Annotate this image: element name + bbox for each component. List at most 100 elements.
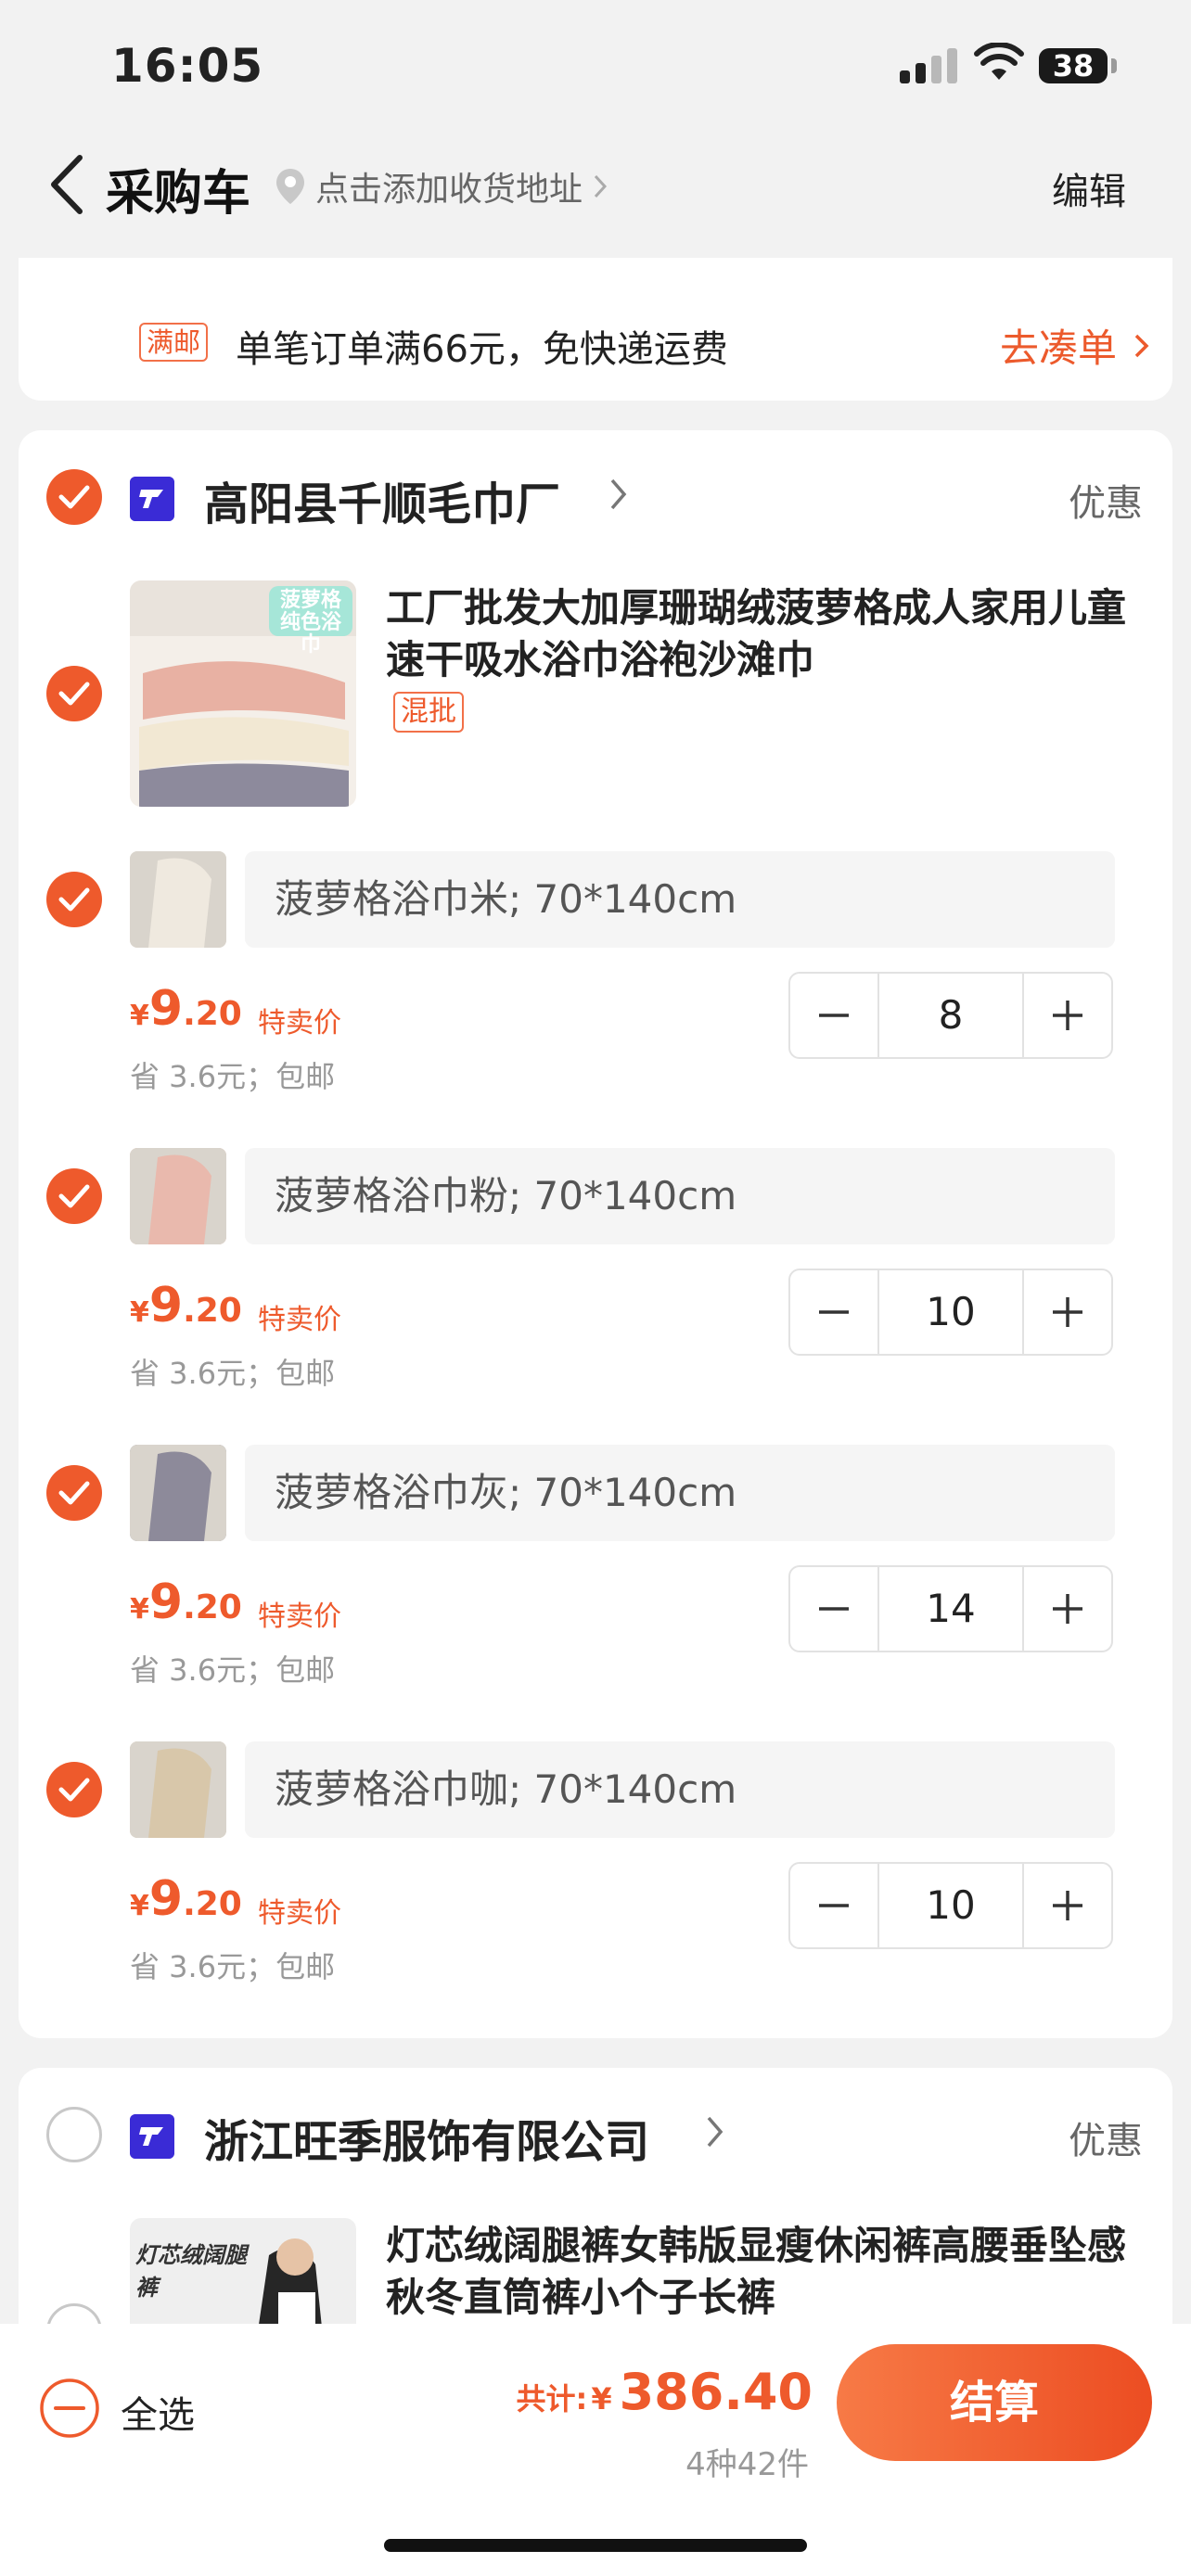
minus-icon <box>819 1607 849 1611</box>
increase-button[interactable] <box>1024 974 1111 1057</box>
promo-link[interactable]: 优惠 <box>1069 2111 1143 2164</box>
page-title: 采购车 <box>106 166 251 222</box>
nav-bar: 采购车 点击添加收货地址 编辑 <box>0 130 1191 241</box>
quantity-value[interactable]: 14 <box>877 1567 1024 1651</box>
decrease-button[interactable] <box>790 1567 877 1651</box>
quantity-value[interactable]: 10 <box>877 1864 1024 1947</box>
check-icon <box>58 485 90 509</box>
special-price-tag: 特卖价 <box>258 1007 341 1039</box>
select-all-label[interactable]: 全选 <box>121 2385 195 2439</box>
sku-checkbox[interactable] <box>46 1168 102 1224</box>
store-name[interactable]: 浙江旺季服饰有限公司 <box>204 2105 649 2170</box>
sku-thumbnail[interactable] <box>130 1741 226 1838</box>
savings-text: 省 3.6元；包邮 <box>130 1356 336 1391</box>
mix-batch-tag: 混批 <box>393 692 464 733</box>
sku-price: ¥9.20 <box>130 1278 242 1333</box>
sku-checkbox[interactable] <box>46 1465 102 1521</box>
check-icon <box>58 682 90 706</box>
chevron-right-icon <box>610 478 627 510</box>
increase-button[interactable] <box>1024 1567 1111 1651</box>
check-icon <box>58 887 90 912</box>
sku-spec[interactable]: 菠萝格浴巾灰; 70*140cm <box>245 1445 1115 1541</box>
special-price-tag: 特卖价 <box>258 1897 341 1930</box>
shipping-banner: 满邮 单笔订单满66元，免快递运费 去凑单 <box>19 258 1172 401</box>
price-currency: ¥ <box>130 1593 149 1626</box>
sku-price: ¥9.20 <box>130 981 242 1037</box>
sku-price: ¥9.20 <box>130 1575 242 1630</box>
plus-icon <box>1053 1297 1082 1327</box>
price-currency: ¥ <box>130 1000 149 1032</box>
address-selector[interactable]: 点击添加收货地址 <box>275 163 608 210</box>
price-decimal: .20 <box>183 1885 242 1923</box>
free-shipping-badge: 满邮 <box>139 323 209 362</box>
product-image-caption: 菠萝格纯色浴巾 <box>279 589 341 657</box>
plus-icon <box>1053 1594 1082 1624</box>
checkout-button[interactable]: 结算 <box>837 2344 1152 2461</box>
price-decimal: .20 <box>183 995 242 1033</box>
total-label: 共计: <box>516 2381 588 2417</box>
store-checkbox[interactable] <box>46 2107 102 2162</box>
quantity-stepper: 10 <box>788 1269 1113 1356</box>
quantity-stepper: 8 <box>788 972 1113 1059</box>
increase-button[interactable] <box>1024 1270 1111 1354</box>
add-more-label: 去凑单 <box>999 325 1117 371</box>
total-value: 386.40 <box>619 2363 813 2421</box>
plus-icon <box>1053 1001 1082 1030</box>
check-icon <box>58 1481 90 1505</box>
sku-spec[interactable]: 菠萝格浴巾米; 70*140cm <box>245 851 1115 948</box>
quantity-stepper: 10 <box>788 1862 1113 1949</box>
store-logo-icon <box>130 2114 174 2159</box>
product-image[interactable]: 菠萝格纯色浴巾 <box>130 580 356 807</box>
sku-checkbox[interactable] <box>46 872 102 927</box>
edit-button[interactable]: 编辑 <box>1052 161 1126 215</box>
add-more-link[interactable]: 去凑单 <box>1000 317 1150 374</box>
sku-spec[interactable]: 菠萝格浴巾粉; 70*140cm <box>245 1148 1115 1244</box>
store-checkbox[interactable] <box>46 469 102 525</box>
product-title[interactable]: 灯芯绒阔腿裤女韩版显瘦休闲裤高腰垂坠感秋冬直筒裤小个子长裤 <box>386 2220 1146 2324</box>
item-count: 4种42件 <box>685 2446 809 2483</box>
select-all-icon[interactable] <box>39 2378 100 2439</box>
price-currency: ¥ <box>130 1890 149 1922</box>
sku-spec[interactable]: 菠萝格浴巾咖; 70*140cm <box>245 1741 1115 1838</box>
location-pin-icon <box>276 169 304 204</box>
quantity-value[interactable]: 10 <box>877 1270 1024 1354</box>
quantity-stepper: 14 <box>788 1565 1113 1652</box>
status-bar: 16:05 38 <box>0 0 1191 130</box>
back-icon[interactable] <box>45 152 91 217</box>
wifi-icon <box>974 43 1024 80</box>
store-name[interactable]: 高阳县千顺毛巾厂 <box>204 467 560 532</box>
price-integer: 9 <box>148 1871 184 1927</box>
chevron-right-icon <box>594 174 608 198</box>
price-integer: 9 <box>148 981 184 1037</box>
promo-link[interactable]: 优惠 <box>1069 473 1143 527</box>
battery-tip <box>1111 58 1117 73</box>
address-prompt: 点击添加收货地址 <box>315 171 583 209</box>
decrease-button[interactable] <box>790 1864 877 1947</box>
product-checkbox[interactable] <box>46 666 102 721</box>
price-decimal: .20 <box>183 1588 242 1626</box>
sku-checkbox[interactable] <box>46 1762 102 1817</box>
sku-thumbnail[interactable] <box>130 1148 226 1244</box>
savings-text: 省 3.6元；包邮 <box>130 1652 336 1688</box>
sku-thumbnail[interactable] <box>130 851 226 948</box>
check-icon <box>58 1184 90 1208</box>
status-time: 16:05 <box>111 39 264 93</box>
price-decimal: .20 <box>183 1292 242 1330</box>
product-title[interactable]: 工厂批发大加厚珊瑚绒菠萝格成人家用儿童速干吸水浴巾浴袍沙滩巾 <box>386 582 1146 686</box>
decrease-button[interactable] <box>790 1270 877 1354</box>
increase-button[interactable] <box>1024 1864 1111 1947</box>
battery-icon: 38 <box>1039 48 1108 83</box>
minus-icon <box>819 1310 849 1314</box>
special-price-tag: 特卖价 <box>258 1304 341 1336</box>
plus-icon <box>1053 1891 1082 1920</box>
chevron-right-icon <box>707 2116 724 2148</box>
quantity-value[interactable]: 8 <box>877 974 1024 1057</box>
sku-thumbnail[interactable] <box>130 1445 226 1541</box>
product-image-caption: 灯芯绒阔腿裤 <box>135 2242 247 2301</box>
price-currency: ¥ <box>130 1296 149 1329</box>
sku-price: ¥9.20 <box>130 1871 242 1927</box>
decrease-button[interactable] <box>790 974 877 1057</box>
total-currency: ¥ <box>591 2381 612 2417</box>
price-integer: 9 <box>148 1575 184 1630</box>
savings-text: 省 3.6元；包邮 <box>130 1949 336 1984</box>
